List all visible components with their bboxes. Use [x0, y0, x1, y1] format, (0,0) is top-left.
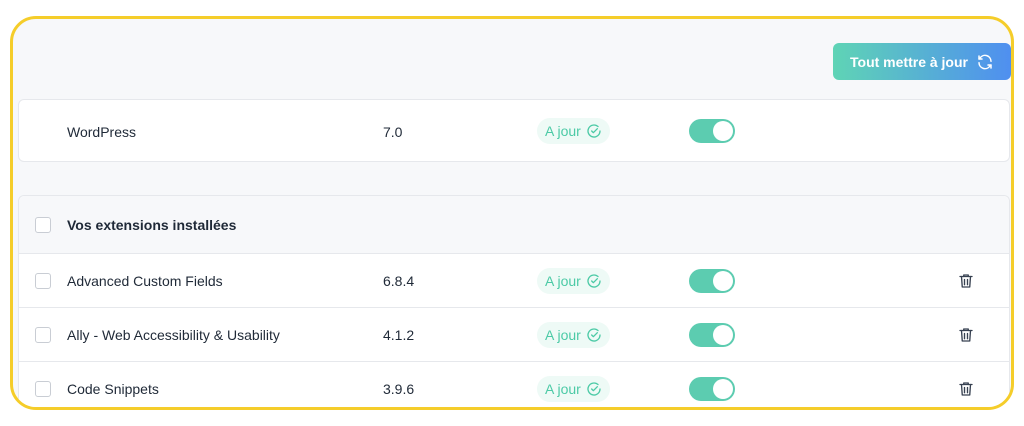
row-checkbox[interactable]: [35, 327, 51, 343]
auto-update-toggle[interactable]: [689, 323, 735, 347]
extension-version: 3.9.6: [383, 381, 415, 397]
check-circle-icon: [587, 124, 601, 138]
status-label: A jour: [545, 381, 581, 397]
trash-icon: [959, 328, 973, 342]
auto-update-toggle[interactable]: [689, 269, 735, 293]
update-all-button[interactable]: Tout mettre à jour: [833, 43, 1011, 80]
core-card: WordPress 7.0 A jour: [18, 99, 1010, 162]
status-badge: A jour: [537, 322, 610, 348]
table-row: Advanced Custom Fields 6.8.4 A jour: [19, 254, 1009, 308]
check-circle-icon: [587, 382, 601, 396]
updates-panel: Tout mettre à jour WordPress 7.0 A jour: [10, 16, 1014, 410]
status-label: A jour: [545, 327, 581, 343]
core-name: WordPress: [67, 123, 136, 140]
status-label: A jour: [545, 123, 581, 139]
extension-version: 4.1.2: [383, 326, 415, 343]
check-circle-icon: [587, 274, 601, 288]
extensions-header-title: Vos extensions installées: [67, 216, 237, 233]
auto-update-toggle[interactable]: [689, 377, 735, 401]
table-row: Ally - Web Accessibility & Usability 4.1…: [19, 308, 1009, 362]
refresh-icon: [978, 54, 992, 69]
status-badge: A jour: [537, 268, 610, 294]
delete-button[interactable]: [957, 380, 975, 398]
trash-icon: [959, 274, 973, 288]
delete-button[interactable]: [957, 272, 975, 290]
select-all-checkbox[interactable]: [35, 217, 51, 233]
core-version: 7.0: [383, 123, 403, 140]
extension-name: Code Snippets: [67, 381, 159, 397]
row-checkbox[interactable]: [35, 273, 51, 289]
core-auto-update-toggle[interactable]: [689, 119, 735, 143]
extension-version: 6.8.4: [383, 272, 415, 289]
status-label: A jour: [545, 273, 581, 289]
core-row: WordPress 7.0 A jour: [19, 100, 1009, 163]
status-badge: A jour: [537, 376, 610, 402]
update-all-label: Tout mettre à jour: [850, 53, 968, 70]
table-row: Code Snippets 3.9.6 A jour: [19, 362, 1009, 407]
delete-button[interactable]: [957, 326, 975, 344]
trash-icon: [959, 382, 973, 396]
check-circle-icon: [587, 328, 601, 342]
extension-name: Advanced Custom Fields: [67, 272, 223, 289]
extensions-card: Vos extensions installées Advanced Custo…: [18, 195, 1010, 407]
status-badge: A jour: [537, 118, 610, 144]
extension-name: Ally - Web Accessibility & Usability: [67, 326, 280, 343]
extensions-header: Vos extensions installées: [19, 196, 1009, 254]
row-checkbox[interactable]: [35, 381, 51, 397]
